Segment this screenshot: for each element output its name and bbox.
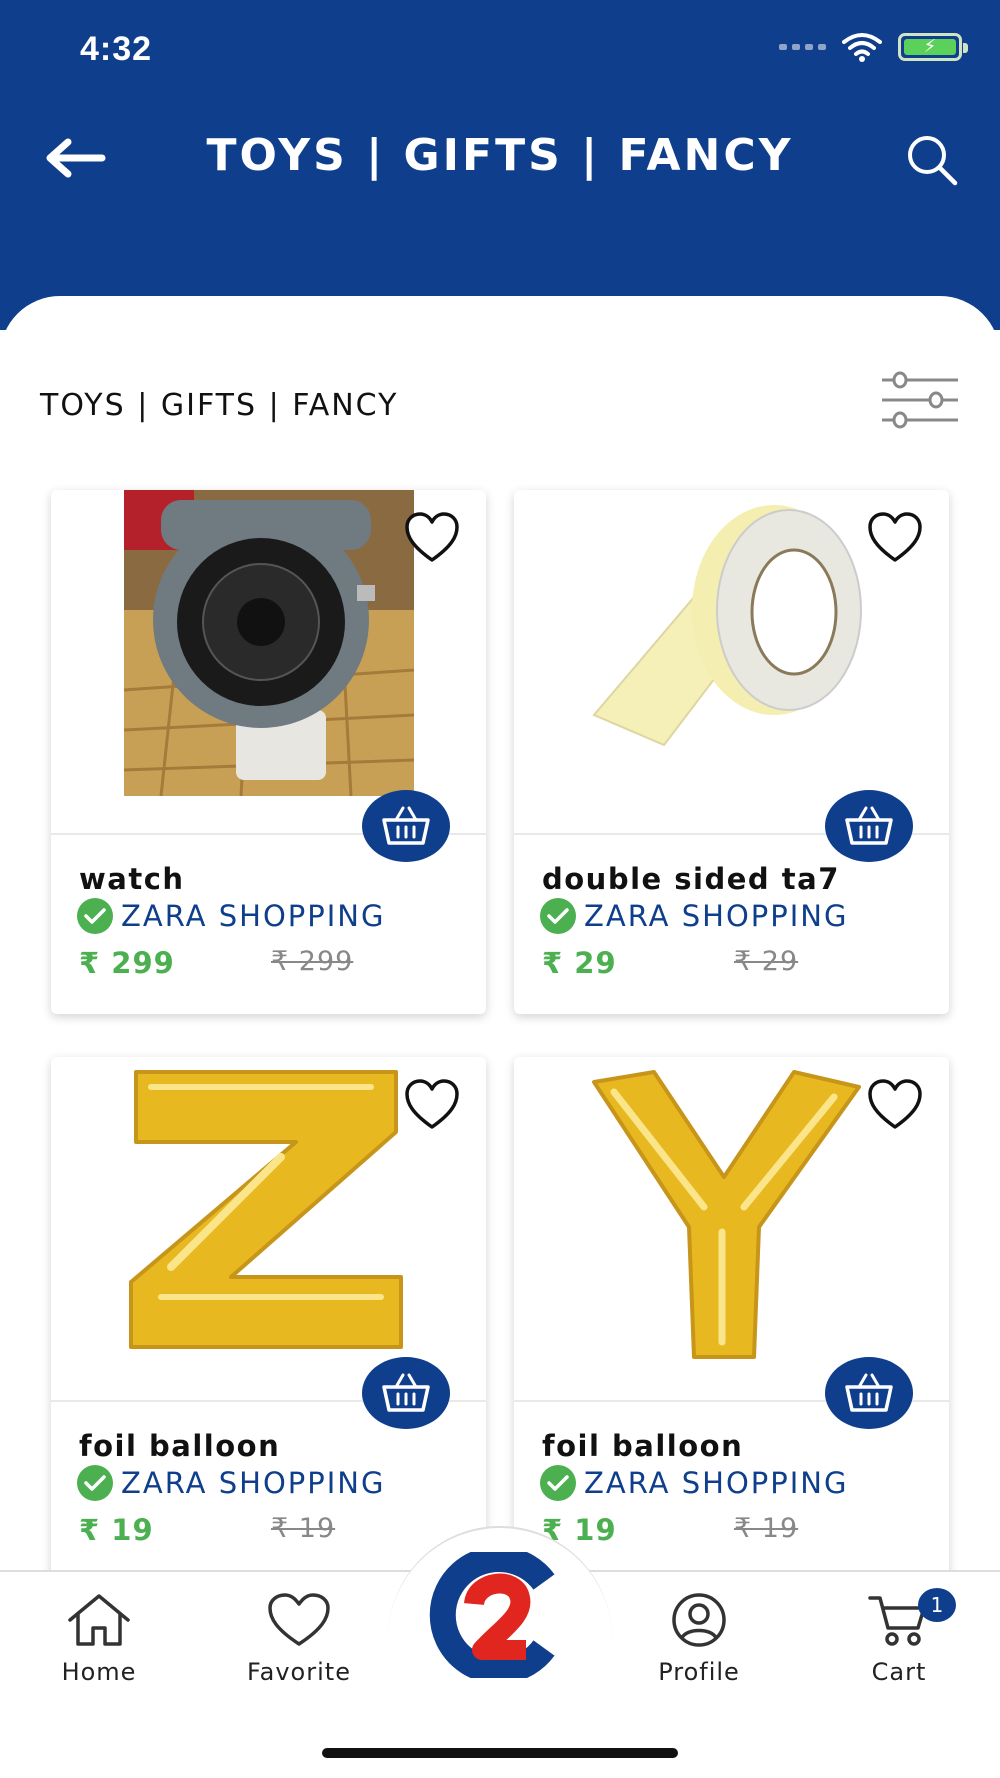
product-name: watch [79,862,185,896]
search-button[interactable] [900,128,964,192]
product-card[interactable]: watch ZARA SHOPPING ₹ 299 ₹ 299 [51,490,486,1014]
product-name: double sided ta7 [542,862,840,896]
wifi-icon [842,33,882,62]
shop-name: ZARA SHOPPING [121,899,386,933]
shop-verified: ZARA SHOPPING [540,898,848,934]
product-price: ₹ 19 [79,1513,154,1547]
c2-logo-icon [429,1546,555,1684]
app-header: 4:32 ⚡ TOYS | GIFTS | FANCY [0,0,1000,330]
product-price: ₹ 299 [79,946,175,980]
nav-profile-label: Profile [658,1658,740,1686]
shop-verified: ZARA SHOPPING [77,898,385,934]
favorite-button[interactable] [404,1079,460,1131]
nav-favorite-label: Favorite [247,1658,351,1686]
heart-icon [405,512,459,562]
heart-icon [268,1593,330,1646]
home-icon [68,1594,130,1646]
add-to-cart-button[interactable] [362,1357,450,1429]
product-card[interactable]: foil balloon ZARA SHOPPING ₹ 19 ₹ 19 [514,1057,949,1581]
sliders-icon [882,371,958,429]
shop-verified: ZARA SHOPPING [77,1465,385,1501]
original-price: ₹ 29 [734,946,799,977]
basket-icon [382,806,430,845]
check-icon [77,898,113,934]
status-indicators: ⚡ [779,32,968,62]
product-card[interactable]: foil balloon ZARA SHOPPING ₹ 19 ₹ 19 [51,1057,486,1581]
shop-name: ZARA SHOPPING [584,1466,849,1500]
search-icon [908,136,958,186]
shop-verified: ZARA SHOPPING [540,1465,848,1501]
basket-icon [845,1373,893,1412]
nav-cart[interactable]: 1 Cart [824,1588,974,1686]
nav-cart-label: Cart [871,1658,927,1686]
favorite-button[interactable] [404,512,460,564]
section-title: TOYS | GIFTS | FANCY [40,388,399,423]
add-to-cart-button[interactable] [825,1357,913,1429]
shop-name: ZARA SHOPPING [121,1466,386,1500]
basket-icon [845,806,893,845]
add-to-cart-button[interactable] [362,790,450,862]
favorite-button[interactable] [867,512,923,564]
home-indicator [322,1748,678,1758]
product-name: foil balloon [79,1429,281,1463]
check-icon [540,898,576,934]
signal-icon [779,44,826,50]
nav-home-label: Home [61,1658,137,1686]
nav-home[interactable]: Home [24,1592,174,1686]
original-price: ₹ 19 [271,1513,336,1544]
nav-profile[interactable]: Profile [624,1592,774,1686]
favorite-button[interactable] [867,1079,923,1131]
shop-name: ZARA SHOPPING [584,899,849,933]
original-price: ₹ 299 [271,946,354,977]
heart-icon [405,1079,459,1129]
check-icon [540,1465,576,1501]
status-time: 4:32 [80,30,153,68]
app-logo-button[interactable] [424,1546,576,1684]
profile-icon [672,1593,726,1647]
battery-icon: ⚡ [898,33,968,61]
product-price: ₹ 29 [542,946,617,980]
cart-count-badge: 1 [918,1588,956,1622]
basket-icon [382,1373,430,1412]
product-name: foil balloon [542,1429,744,1463]
add-to-cart-button[interactable] [825,790,913,862]
filter-button[interactable] [880,370,960,430]
nav-favorite[interactable]: Favorite [224,1592,374,1686]
check-icon [77,1465,113,1501]
original-price: ₹ 19 [734,1513,799,1544]
heart-icon [868,1079,922,1129]
product-card[interactable]: double sided ta7 ZARA SHOPPING ₹ 29 ₹ 29 [514,490,949,1014]
heart-icon [868,512,922,562]
page-title: TOYS | GIFTS | FANCY [206,130,794,181]
